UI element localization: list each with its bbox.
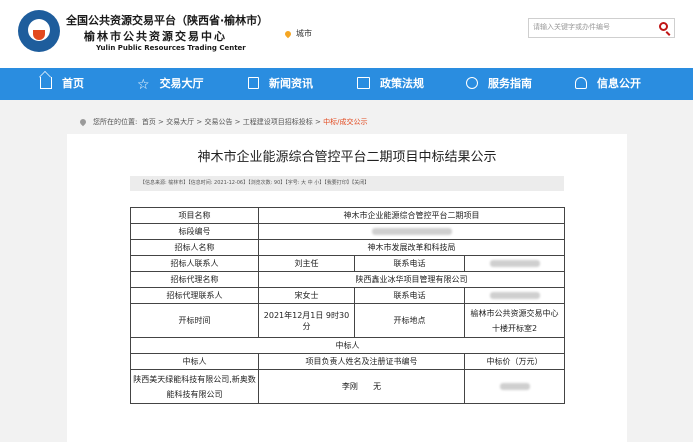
document-icon	[248, 77, 259, 89]
table-row: 中标人	[130, 337, 565, 354]
table-label: 招标人联系人	[130, 255, 259, 272]
city-selector[interactable]: 城市	[283, 28, 312, 39]
site-subtitle: 榆林市公共资源交易中心	[84, 30, 227, 43]
nav-item-info-disclosure[interactable]: 信息公开	[575, 68, 641, 100]
table-row: 招标代理联系人 宋女士 联系电话	[130, 287, 565, 304]
table-label: 招标人名称	[130, 239, 259, 256]
table-label: 标段编号	[130, 223, 259, 240]
table-label: 开标时间	[130, 303, 259, 338]
table-row: 标段编号	[130, 223, 565, 240]
table-value: 神木市企业能源综合管控平台二期项目	[258, 207, 565, 224]
compass-icon	[466, 77, 478, 89]
section-heading: 中标人	[130, 337, 565, 354]
table-value: 陕西鑫业冰华项目管理有限公司	[258, 271, 565, 288]
nav-item-label: 新闻资讯	[269, 77, 313, 90]
site-header: 全国公共资源交易平台（陕西省·榆林市） 榆林市公共资源交易中心 Yulin Pu…	[0, 0, 693, 68]
nav-item-news[interactable]: 新闻资讯	[248, 68, 313, 100]
nav-item-label: 交易大厅	[159, 77, 204, 90]
table-label: 招标代理名称	[130, 271, 259, 288]
location-pin-icon	[283, 29, 293, 38]
table-row: 项目名称 神木市企业能源综合管控平台二期项目	[130, 207, 565, 224]
nav-item-label: 政策法规	[380, 77, 424, 90]
site-title: 全国公共资源交易平台（陕西省·榆林市）	[66, 14, 269, 27]
page-title: 神木市企业能源综合管控平台二期项目中标结果公示	[197, 150, 497, 165]
redacted-value	[464, 369, 565, 404]
nav-item-service-guide[interactable]: 服务指南	[466, 68, 532, 100]
book-icon	[357, 77, 370, 89]
site-subtitle-en: Yulin Public Resources Trading Center	[96, 44, 246, 52]
search-box	[528, 18, 675, 38]
table-label: 联系电话	[354, 255, 465, 272]
table-label: 联系电话	[354, 287, 465, 304]
main-nav: 首页 ☆ 交易大厅 新闻资讯 政策法规 服务指南 信息公开	[0, 68, 693, 100]
table-label: 开标地点	[354, 303, 465, 338]
table-label: 招标代理联系人	[130, 287, 259, 304]
table-value: 2021年12月1日 9时30分	[258, 303, 355, 338]
nav-item-label: 首页	[62, 77, 84, 90]
site-logo[interactable]	[18, 10, 60, 52]
table-row: 开标时间 2021年12月1日 9时30分 开标地点 榆林市公共资源交易中心十楼…	[130, 303, 565, 338]
search-icon[interactable]	[659, 22, 668, 31]
redacted-value	[464, 255, 565, 272]
breadcrumb-current: 中标/成交公示	[323, 118, 368, 126]
table-row: 招标代理名称 陕西鑫业冰华项目管理有限公司	[130, 271, 565, 288]
table-header: 中标人	[130, 353, 259, 370]
table-value: 神木市发展改革和科技局	[258, 239, 565, 256]
bid-result-table: 项目名称 神木市企业能源综合管控平台二期项目 标段编号 招标人名称 神木市发展改…	[130, 207, 565, 404]
article-panel: 神木市企业能源综合管控平台二期项目中标结果公示 【信息来源: 榆林市】【信息时间…	[67, 134, 627, 442]
breadcrumb-path[interactable]: 首页 > 交易大厅 > 交易公告 > 工程建设项目招标投标 >	[142, 118, 321, 126]
table-header: 项目负责人姓名及注册证书编号	[258, 353, 465, 370]
article-meta: 【信息来源: 榆林市】【信息时间: 2021-12-06】【浏览次数: 90】【…	[130, 176, 564, 191]
table-row: 招标人名称 神木市发展改革和科技局	[130, 239, 565, 256]
table-label: 项目名称	[130, 207, 259, 224]
redacted-value	[464, 287, 565, 304]
star-icon: ☆	[137, 77, 150, 93]
nav-item-label: 信息公开	[597, 77, 641, 90]
search-input[interactable]	[533, 20, 645, 34]
nav-item-home[interactable]: 首页	[40, 68, 84, 100]
breadcrumb: 您所在的位置: 首页 > 交易大厅 > 交易公告 > 工程建设项目招标投标 > …	[78, 117, 368, 127]
table-row: 中标人 项目负责人姓名及注册证书编号 中标价（万元）	[130, 353, 565, 370]
table-value: 宋女士	[258, 287, 355, 304]
nav-item-trading-hall[interactable]: ☆ 交易大厅	[137, 68, 204, 100]
nav-item-policy[interactable]: 政策法规	[357, 68, 424, 100]
table-value: 李刚 无	[258, 369, 465, 404]
table-value: 刘主任	[258, 255, 355, 272]
location-pin-icon	[78, 117, 88, 127]
table-row: 陕西美天绿能科技有限公司,新奥数能科技有限公司 李刚 无	[130, 369, 565, 404]
table-row: 招标人联系人 刘主任 联系电话	[130, 255, 565, 272]
table-value: 榆林市公共资源交易中心十楼开标室2	[464, 303, 565, 338]
city-label: 城市	[296, 29, 312, 38]
hand-icon	[575, 77, 587, 89]
table-value: 陕西美天绿能科技有限公司,新奥数能科技有限公司	[130, 369, 259, 404]
nav-item-label: 服务指南	[488, 77, 532, 90]
breadcrumb-prefix: 您所在的位置:	[93, 118, 138, 126]
home-icon	[40, 77, 52, 89]
table-header: 中标价（万元）	[464, 353, 565, 370]
redacted-value	[258, 223, 565, 240]
